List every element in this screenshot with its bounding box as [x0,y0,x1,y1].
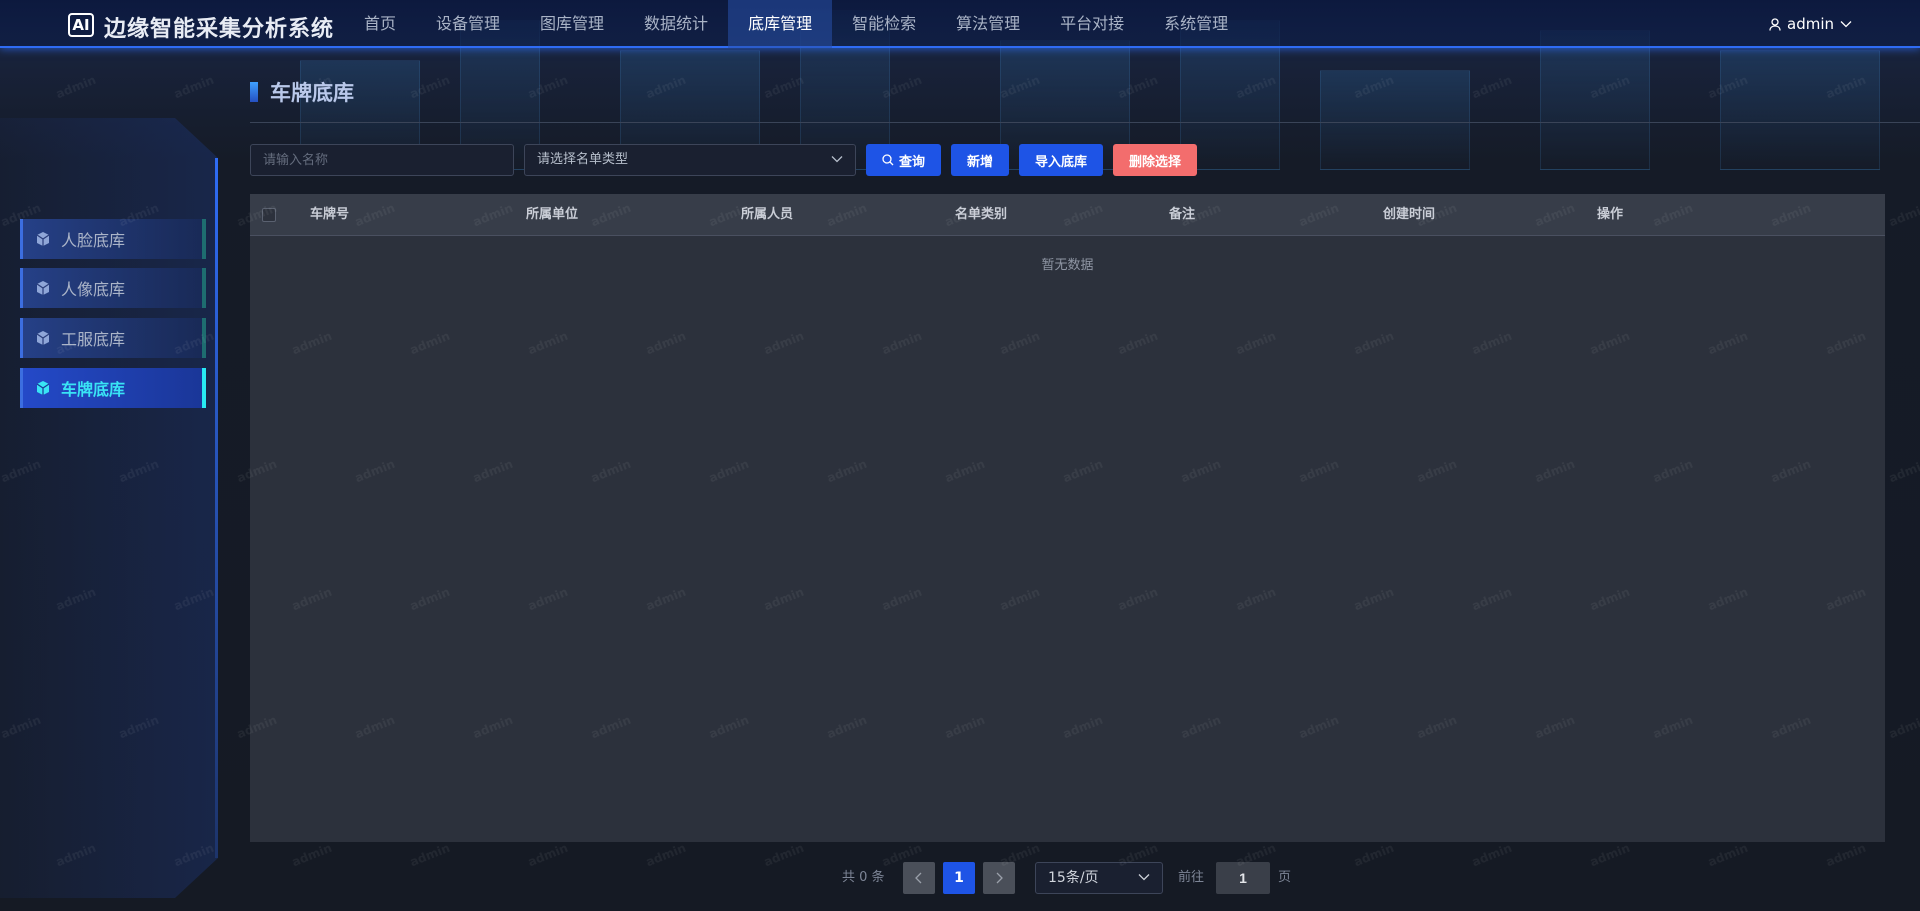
goto-label: 前往 [1178,870,1205,885]
cube-icon [36,381,50,395]
sidebar-item-portrait-library[interactable]: 人像底库 [20,268,206,308]
goto-page-input[interactable] [1216,862,1270,894]
table-header: 车牌号 所属单位 所属人员 名单类别 备注 创建时间 操作 [250,194,1885,236]
search-input[interactable] [250,144,514,176]
nav-data-statistics[interactable]: 数据统计 [624,0,728,48]
page-number-current[interactable]: 1 [943,862,975,894]
chevron-left-icon [915,872,922,884]
cube-icon [36,281,50,295]
column-header-person: 所属人员 [741,207,794,222]
select-all-checkbox[interactable] [262,208,276,222]
page-suffix-label: 页 [1278,870,1292,885]
page-size-value: 15条/页 [1048,870,1099,886]
column-header-plate-number: 车牌号 [310,207,350,222]
sidebar-item-uniform-library[interactable]: 工服底库 [20,318,206,358]
user-menu[interactable]: admin [1769,0,1852,48]
pagination: 共 0 条 1 15条/页 前往 页 [250,862,1885,894]
delete-selected-button[interactable]: 删除选择 [1113,144,1198,176]
column-header-actions: 操作 [1597,207,1624,222]
username: admin [1787,15,1834,33]
column-header-unit: 所属单位 [526,207,579,222]
nav-home[interactable]: 首页 [344,0,416,48]
top-nav: 首页 设备管理 图库管理 数据统计 底库管理 智能检索 算法管理 平台对接 系统… [344,0,1248,48]
nav-device-management[interactable]: 设备管理 [416,0,520,48]
divider [250,122,1920,123]
cube-icon [36,331,50,345]
toolbar: 请选择名单类型 查询 新增 导入底库 删除选择 [250,144,1198,176]
app-logo: AI [68,13,94,37]
chevron-down-icon [1840,21,1852,28]
add-button[interactable]: 新增 [951,144,1010,176]
chevron-down-icon [1138,874,1150,881]
search-icon [882,154,894,166]
top-header: AI 边缘智能采集分析系统 首页 设备管理 图库管理 数据统计 底库管理 智能检… [0,0,1920,48]
sidebar-item-label: 人脸底库 [61,231,126,250]
column-header-remark: 备注 [1169,207,1196,222]
user-icon [1769,17,1781,31]
column-header-created-time: 创建时间 [1383,207,1436,222]
page-size-select[interactable]: 15条/页 [1035,862,1163,894]
sidebar-item-face-library[interactable]: 人脸底库 [20,219,206,259]
pagination-total: 共 0 条 [842,870,885,885]
list-type-select[interactable]: 请选择名单类型 [524,144,856,176]
nav-gallery-management[interactable]: 图库管理 [520,0,624,48]
import-library-button[interactable]: 导入底库 [1019,144,1104,176]
app-title: 边缘智能采集分析系统 [104,17,335,42]
chevron-right-icon [996,872,1003,884]
main-content: 车牌底库 请选择名单类型 查询 新增 导入底库 删除选择 车牌号 所属单位 所属… [250,48,1920,911]
list-type-select-value: 请选择名单类型 [537,152,629,167]
page-title-text: 车牌底库 [270,81,354,105]
nav-library-management[interactable]: 底库管理 [728,0,833,48]
cube-icon [36,232,50,246]
column-header-list-category: 名单类别 [955,207,1008,222]
sidebar-item-label: 人像底库 [61,280,126,299]
page-title: 车牌底库 [250,80,354,105]
plate-library-table: 车牌号 所属单位 所属人员 名单类别 备注 创建时间 操作 暂无数据 [250,194,1885,842]
query-button[interactable]: 查询 [866,144,942,176]
query-button-label: 查询 [899,154,926,170]
chevron-down-icon [831,156,843,163]
sidebar-item-label: 车牌底库 [61,380,126,399]
nav-algorithm-management[interactable]: 算法管理 [936,0,1040,48]
sidebar: 人脸底库 人像底库 工服底库 车牌底库 [0,48,225,911]
sidebar-item-plate-library[interactable]: 车牌底库 [20,368,206,408]
sidebar-item-label: 工服底库 [61,330,126,349]
next-page-button[interactable] [983,862,1015,894]
nav-system-management[interactable]: 系统管理 [1144,0,1248,48]
title-accent-bar [250,82,258,102]
nav-smart-search[interactable]: 智能检索 [832,0,936,48]
prev-page-button[interactable] [903,862,935,894]
nav-platform-integration[interactable]: 平台对接 [1040,0,1144,48]
empty-state-text: 暂无数据 [1041,258,1094,273]
